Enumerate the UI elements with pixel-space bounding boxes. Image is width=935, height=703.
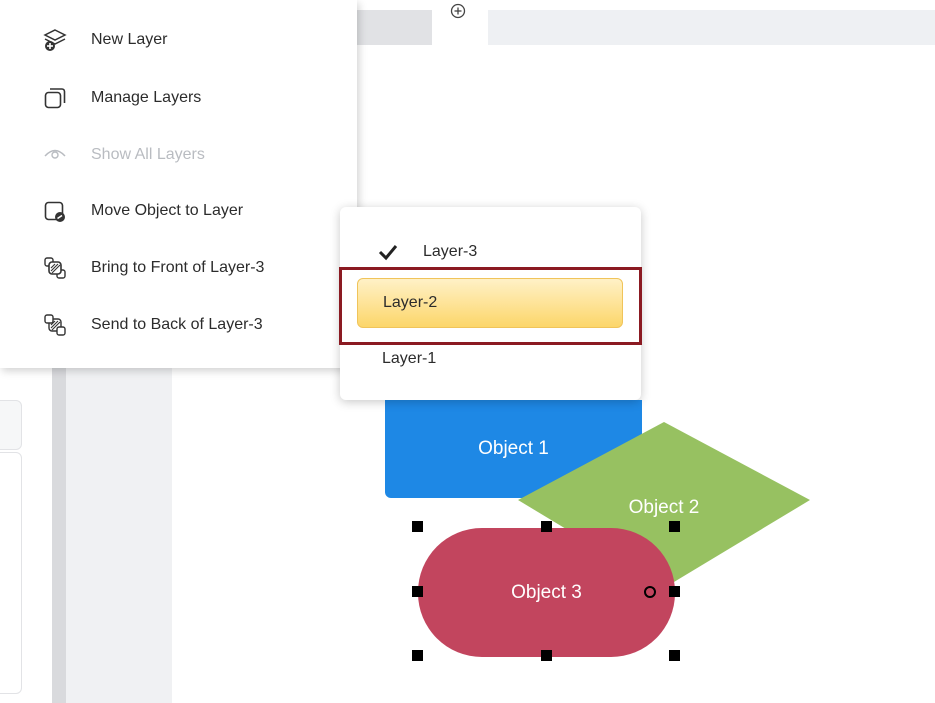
menu-item-bring-to-front[interactable]: Bring to Front of Layer-3 [0, 248, 357, 288]
canvas-margin [66, 368, 172, 703]
left-panel-card [0, 452, 22, 694]
submenu-item-label: Layer-1 [382, 350, 437, 367]
add-page-icon[interactable] [449, 2, 467, 20]
left-panel-card [0, 400, 22, 450]
resize-handle[interactable] [412, 521, 423, 532]
resize-handle[interactable] [412, 586, 423, 597]
connection-point-handle[interactable] [644, 586, 656, 598]
resize-handle[interactable] [541, 650, 552, 661]
submenu-item-layer-3[interactable]: Layer-3 [340, 232, 641, 272]
move-to-layer-icon [43, 199, 67, 223]
object-2-label: Object 2 [629, 497, 700, 518]
bring-front-icon [43, 256, 67, 280]
eye-icon [43, 143, 67, 167]
manage-layers-icon [43, 86, 67, 110]
menu-item-label: Manage Layers [91, 89, 202, 106]
resize-handle[interactable] [412, 650, 423, 661]
menu-item-label: Move Object to Layer [91, 202, 244, 219]
menu-item-manage-layers[interactable]: Manage Layers [0, 78, 357, 118]
resize-handle[interactable] [541, 521, 552, 532]
resize-handle[interactable] [669, 586, 680, 597]
submenu-item-label: Layer-3 [423, 243, 478, 260]
menu-item-label: Send to Back of Layer-3 [91, 316, 263, 333]
ruler-strip [52, 368, 66, 703]
resize-handle[interactable] [669, 521, 680, 532]
submenu-item-layer-1[interactable]: Layer-1 [340, 339, 641, 379]
highlight-annotation-box [339, 267, 642, 345]
tab-strip-background [355, 10, 432, 45]
menu-item-show-all-layers[interactable]: Show All Layers [0, 135, 357, 175]
menu-item-send-to-back[interactable]: Send to Back of Layer-3 [0, 305, 357, 345]
checkmark-icon [378, 245, 398, 261]
new-layer-icon [43, 28, 67, 52]
send-back-icon [43, 313, 67, 337]
menu-item-label: Show All Layers [91, 146, 205, 163]
menu-item-move-object-to-layer[interactable]: Move Object to Layer [0, 191, 357, 231]
context-menu: New Layer Manage Layers Show All Layers [0, 0, 357, 368]
menu-item-label: New Layer [91, 31, 168, 48]
menu-item-label: Bring to Front of Layer-3 [91, 259, 265, 276]
menu-item-new-layer[interactable]: New Layer [0, 20, 357, 60]
tab-strip-background-right [488, 10, 935, 45]
object-3-terminator[interactable]: Object 3 [418, 528, 675, 657]
object-3-label: Object 3 [511, 581, 582, 603]
resize-handle[interactable] [669, 650, 680, 661]
